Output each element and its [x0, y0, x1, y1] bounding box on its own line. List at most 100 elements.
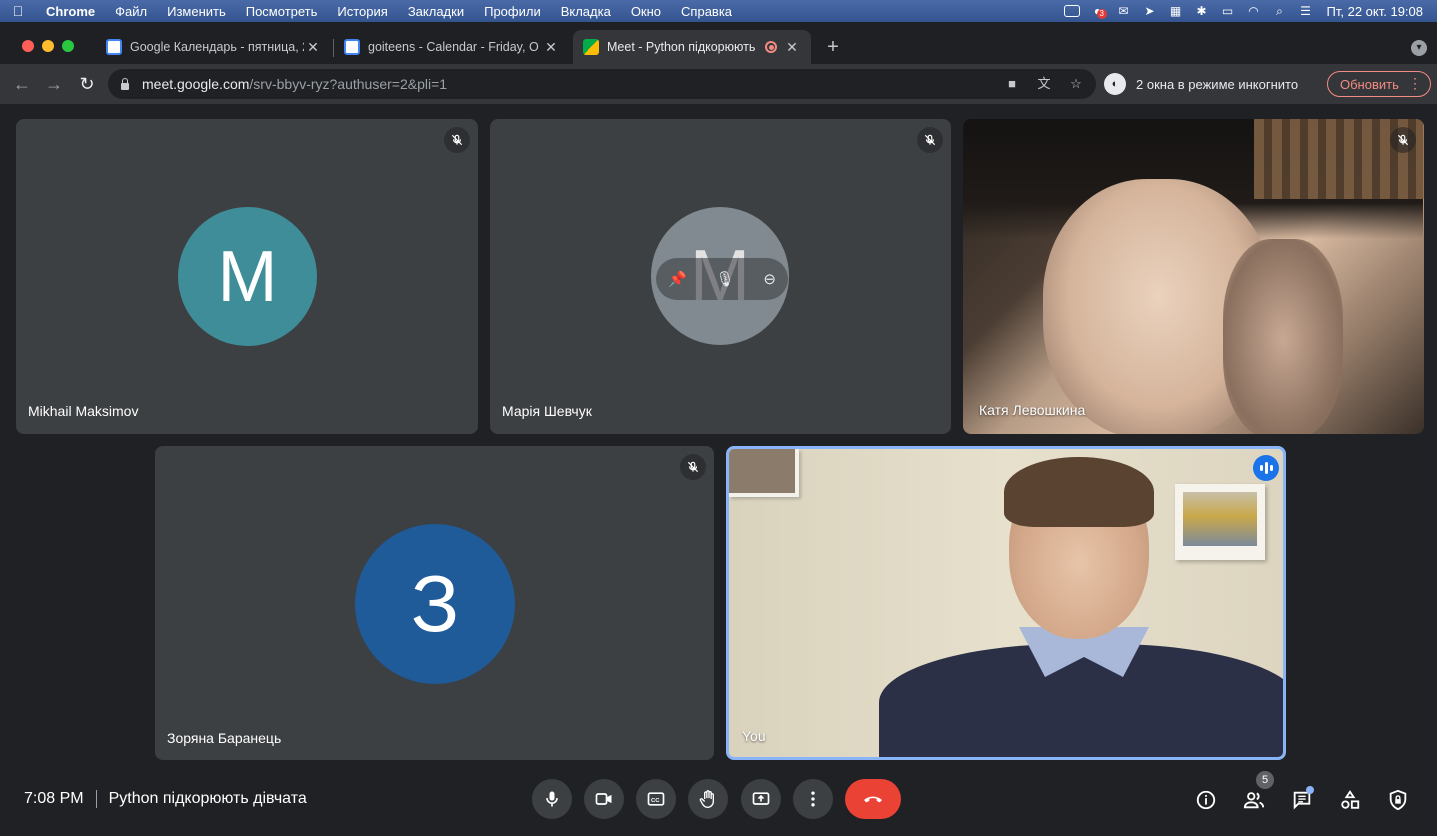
present-screen-icon	[752, 792, 770, 805]
captions-button[interactable]: CC	[636, 779, 676, 819]
notification-app-icon[interactable]: ●3	[1085, 0, 1111, 22]
raise-hand-icon	[699, 790, 714, 809]
more-vert-icon	[811, 791, 815, 807]
menu-view[interactable]: Посмотреть	[236, 4, 328, 19]
tab-title: goiteens - Calendar - Friday, O	[368, 40, 539, 54]
window-close-button[interactable]	[22, 40, 34, 52]
flag-icon[interactable]: ▦	[1163, 0, 1189, 22]
pin-icon[interactable]: 📌	[668, 270, 687, 288]
remove-participant-icon[interactable]: ⊖	[763, 270, 776, 288]
tab-close-icon[interactable]: ✕	[304, 39, 322, 56]
video-status-icon[interactable]	[1059, 0, 1085, 22]
microphone-button[interactable]	[532, 779, 572, 819]
update-label: Обновить	[1340, 76, 1399, 92]
apple-menu-icon[interactable]: 	[0, 3, 36, 19]
browser-tab-strip: Google Календарь - пятница, 2 ✕ goiteens…	[0, 22, 1437, 64]
meeting-details: 7:08 PM Python підкорюють дівчата	[24, 790, 307, 808]
menu-app-name[interactable]: Chrome	[36, 4, 105, 19]
more-menu-icon[interactable]: ⋮	[1408, 75, 1422, 92]
svg-text:CC: CC	[651, 798, 660, 804]
meet-favicon-icon	[583, 39, 599, 55]
menu-tab[interactable]: Вкладка	[551, 4, 621, 19]
video-feed-wall-photo	[1175, 484, 1265, 560]
video-feed-body	[879, 644, 1283, 757]
menu-profiles[interactable]: Профили	[474, 4, 551, 19]
tab-title: Meet - Python підкорюють	[607, 40, 756, 54]
menu-bookmarks[interactable]: Закладки	[398, 4, 474, 19]
macos-menubar:  Chrome Файл Изменить Посмотреть Истори…	[0, 0, 1437, 22]
self-video-tile[interactable]: You	[726, 446, 1286, 760]
tile-hover-controls: 📌 🎙 ⊖	[656, 258, 788, 300]
speaking-indicator-icon	[1253, 455, 1279, 481]
participant-tile[interactable]: M 📌 🎙 ⊖ Марія Шевчук	[490, 119, 951, 434]
spotlight-search-icon[interactable]: ⌕	[1267, 0, 1293, 22]
video-feed-wall-photo	[729, 449, 799, 497]
incognito-icon: ◐	[1104, 73, 1126, 95]
tab-search-icon[interactable]: ▾	[1411, 40, 1427, 56]
wifi-icon[interactable]: ◠	[1241, 0, 1267, 22]
lock-icon[interactable]	[120, 78, 130, 90]
control-center-icon[interactable]: ☰	[1293, 0, 1319, 22]
browser-toolbar: ← → ↻ meet.google.com/srv-bbyv-ryz?authu…	[0, 64, 1437, 104]
telegram-icon[interactable]: ➤	[1137, 0, 1163, 22]
calendar-favicon-icon	[106, 39, 122, 55]
captions-icon: CC	[647, 792, 665, 806]
participant-video-tile[interactable]: Катя Левошкина	[963, 119, 1424, 434]
menubar-clock[interactable]: Пт, 22 окт. 19:08	[1319, 4, 1437, 19]
shield-lock-icon	[1389, 789, 1407, 811]
menu-window[interactable]: Окно	[621, 4, 671, 19]
menu-file[interactable]: Файл	[105, 4, 157, 19]
bookmark-star-icon[interactable]: ☆	[1068, 76, 1084, 92]
bluetooth-icon[interactable]: ✱	[1189, 0, 1215, 22]
participant-name: You	[742, 728, 766, 744]
tab-close-icon[interactable]: ✕	[542, 39, 560, 56]
meeting-title: Python підкорюють дівчата	[108, 790, 307, 807]
calendar-favicon-icon	[344, 39, 360, 55]
participant-avatar: M	[178, 207, 317, 346]
url-path: /srv-bbyv-ryz?authuser=2&pli=1	[249, 76, 448, 92]
tab-google-calendar[interactable]: Google Календарь - пятница, 2 ✕	[96, 30, 332, 64]
mute-participant-icon[interactable]: 🎙	[716, 270, 735, 288]
raise-hand-button[interactable]	[688, 779, 728, 819]
participant-name: Зоряна Баранець	[167, 730, 282, 746]
participant-tile[interactable]: M Mikhail Maksimov	[16, 119, 478, 434]
participant-name: Марія Шевчук	[502, 403, 592, 419]
participant-tile[interactable]: З Зоряна Баранець	[155, 446, 714, 760]
back-button[interactable]: ←	[10, 72, 34, 96]
reload-button[interactable]: ↻	[75, 72, 99, 96]
video-feed-hand	[1223, 239, 1343, 434]
chat-app-icon[interactable]: ✉	[1111, 0, 1137, 22]
tab-goiteens-calendar[interactable]: goiteens - Calendar - Friday, O ✕	[334, 30, 570, 64]
meeting-details-button[interactable]	[1193, 787, 1219, 813]
microphone-icon	[546, 791, 558, 807]
participants-button[interactable]	[1241, 787, 1267, 813]
camera-in-use-icon[interactable]: ■	[1004, 76, 1020, 92]
forward-button[interactable]: →	[42, 72, 66, 96]
translate-icon[interactable]: 文	[1036, 76, 1052, 92]
window-zoom-button[interactable]	[62, 40, 74, 52]
people-icon	[1243, 792, 1265, 809]
update-button[interactable]: Обновить ⋮	[1327, 71, 1431, 97]
menu-edit[interactable]: Изменить	[157, 4, 236, 19]
participant-count-badge: 5	[1256, 771, 1274, 789]
avatar-initial: З	[410, 559, 460, 648]
mic-muted-icon	[917, 127, 943, 153]
tab-meet[interactable]: Meet - Python підкорюють ✕	[573, 30, 811, 64]
url-host: meet.google.com	[142, 76, 250, 92]
camera-button[interactable]	[584, 779, 624, 819]
menu-help[interactable]: Справка	[671, 4, 742, 19]
new-tab-button[interactable]: +	[822, 36, 844, 58]
menu-history[interactable]: История	[327, 4, 397, 19]
incognito-indicator[interactable]: ◐ 2 окна в режиме инкогнито	[1104, 71, 1298, 97]
more-options-button[interactable]	[793, 779, 833, 819]
host-controls-button[interactable]	[1385, 787, 1411, 813]
tab-close-icon[interactable]: ✕	[783, 39, 801, 56]
battery-icon[interactable]: ▭	[1215, 0, 1241, 22]
mic-muted-icon	[444, 127, 470, 153]
address-bar[interactable]: meet.google.com/srv-bbyv-ryz?authuser=2&…	[108, 69, 1096, 99]
activities-button[interactable]	[1337, 787, 1363, 813]
leave-call-button[interactable]	[845, 779, 901, 819]
video-feed-hair	[1004, 457, 1154, 527]
window-minimize-button[interactable]	[42, 40, 54, 52]
present-screen-button[interactable]	[741, 779, 781, 819]
